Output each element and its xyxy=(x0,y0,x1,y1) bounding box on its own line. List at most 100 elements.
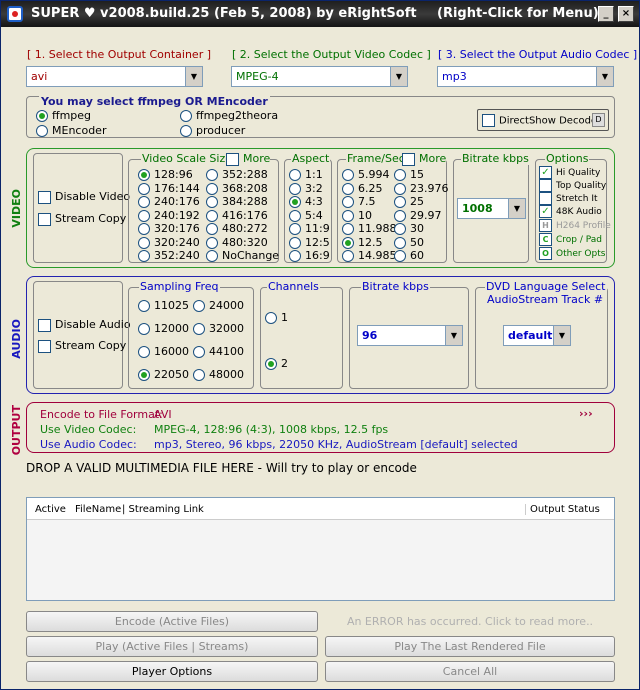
other-opts-button[interactable]: O Other Opts xyxy=(539,247,605,260)
player-options-button[interactable]: Player Options xyxy=(26,661,318,682)
crop-pad-button[interactable]: C Crop / Pad xyxy=(539,233,602,246)
play-button[interactable]: Play (Active Files | Streams) xyxy=(26,636,318,657)
radio-48000[interactable]: 48000 xyxy=(193,368,244,381)
radio-480-272[interactable]: 480:272 xyxy=(206,222,268,235)
stretch-checkbox[interactable]: Stretch It xyxy=(539,192,598,205)
radio-label: 14.985 xyxy=(358,249,397,262)
minimize-button[interactable]: _ xyxy=(598,6,614,22)
hi-quality-checkbox[interactable]: ✓ Hi Quality xyxy=(539,166,600,179)
chevron-down-icon[interactable]: ▼ xyxy=(596,67,613,86)
radio-320-240[interactable]: 320:240 xyxy=(138,236,200,249)
col-output-status[interactable]: Output Status xyxy=(525,504,600,515)
col-active[interactable]: Active xyxy=(35,504,66,515)
radio-4-3[interactable]: 4:3 xyxy=(289,195,323,208)
ffmpeg-radio[interactable]: ffmpeg xyxy=(36,109,91,122)
disable-audio-checkbox[interactable]: Disable Audio xyxy=(38,318,131,332)
radio-23-976[interactable]: 23.976 xyxy=(394,182,449,195)
radio-nochange[interactable]: NoChange xyxy=(206,249,279,262)
video-stream-copy-checkbox[interactable]: Stream Copy xyxy=(38,212,126,226)
directshow-button[interactable]: D xyxy=(592,113,605,127)
container-select[interactable]: avi ▼ xyxy=(26,66,203,87)
video-bitrate-select[interactable]: 1008 ▼ xyxy=(457,198,526,219)
app-icon[interactable] xyxy=(7,6,23,22)
mencoder-radio[interactable]: MEncoder xyxy=(36,124,106,137)
file-list[interactable]: Active FileName | Streaming Link Output … xyxy=(26,497,615,601)
radio-128-96[interactable]: 128:96 xyxy=(138,168,193,181)
radio-7-5[interactable]: 7.5 xyxy=(342,195,376,208)
channel-2-radio[interactable]: 2 xyxy=(265,357,288,370)
radio-label: 11.988 xyxy=(358,222,397,235)
h264-profile-button[interactable]: H H264 Profile xyxy=(539,219,611,232)
audio-codec-select[interactable]: mp3 ▼ xyxy=(437,66,614,87)
radio-320-176[interactable]: 320:176 xyxy=(138,222,200,235)
48k-audio-checkbox[interactable]: ✓ 48K Audio xyxy=(539,205,602,218)
radio-22050[interactable]: 22050 xyxy=(138,368,189,381)
radio-1-1[interactable]: 1:1 xyxy=(289,168,323,181)
radio-14-985[interactable]: 14.985 xyxy=(342,249,397,262)
close-button[interactable]: × xyxy=(618,6,634,22)
audio-codec-value: mp3 xyxy=(442,70,467,83)
radio-240-176[interactable]: 240:176 xyxy=(138,195,200,208)
radio-icon xyxy=(342,250,354,262)
radio-12-5[interactable]: 12:5 xyxy=(289,236,330,249)
dvd-track-select[interactable]: default ▼ xyxy=(503,325,571,346)
radio-11025[interactable]: 11025 xyxy=(138,299,189,312)
radio-11-9[interactable]: 11:9 xyxy=(289,222,330,235)
radio-6-25[interactable]: 6.25 xyxy=(342,182,383,195)
radio-12000[interactable]: 12000 xyxy=(138,322,189,335)
radio-16-9[interactable]: 16:9 xyxy=(289,249,330,262)
title-bar[interactable]: SUPER ♥ v2008.build.25 (Feb 5, 2008) by … xyxy=(1,1,639,27)
radio-12-5[interactable]: 12.5 xyxy=(342,236,383,249)
radio-44100[interactable]: 44100 xyxy=(193,345,244,358)
disable-video-checkbox[interactable]: Disable Video xyxy=(38,190,130,204)
radio-50[interactable]: 50 xyxy=(394,236,424,249)
col-streaming-link[interactable]: | Streaming Link xyxy=(122,504,204,515)
radio-24000[interactable]: 24000 xyxy=(193,299,244,312)
scale-more-checkbox[interactable]: More xyxy=(226,152,271,166)
audio-bitrate-select[interactable]: 96 ▼ xyxy=(357,325,463,346)
radio-3-2[interactable]: 3:2 xyxy=(289,182,323,195)
radio-352-240[interactable]: 352:240 xyxy=(138,249,200,262)
radio-25[interactable]: 25 xyxy=(394,195,424,208)
chevron-down-icon[interactable]: ▼ xyxy=(445,326,462,345)
chevron-down-icon[interactable]: ▼ xyxy=(390,67,407,86)
cancel-all-button[interactable]: Cancel All xyxy=(325,661,615,682)
radio-416-176[interactable]: 416:176 xyxy=(206,209,268,222)
radio-368-208[interactable]: 368:208 xyxy=(206,182,268,195)
radio-5-4[interactable]: 5:4 xyxy=(289,209,323,222)
radio-240-192[interactable]: 240:192 xyxy=(138,209,200,222)
radio-30[interactable]: 30 xyxy=(394,222,424,235)
video-codec-select[interactable]: MPEG-4 ▼ xyxy=(231,66,408,87)
directshow-box[interactable]: DirectShow Decode D xyxy=(477,109,609,131)
channel-1-radio[interactable]: 1 xyxy=(265,311,288,324)
chevron-down-icon[interactable]: ▼ xyxy=(553,326,570,345)
radio-15[interactable]: 15 xyxy=(394,168,424,181)
ffmpeg2theora-radio[interactable]: ffmpeg2theora xyxy=(180,109,278,122)
expand-arrows[interactable]: ››› xyxy=(579,407,593,420)
radio-352-288[interactable]: 352:288 xyxy=(206,168,268,181)
chevron-down-icon[interactable]: ▼ xyxy=(508,199,525,218)
radio-176-144[interactable]: 176:144 xyxy=(138,182,200,195)
error-button[interactable]: An ERROR has occurred. Click to read mor… xyxy=(325,611,615,632)
directshow-checkbox[interactable]: DirectShow Decode xyxy=(482,114,597,127)
radio-16000[interactable]: 16000 xyxy=(138,345,189,358)
top-quality-checkbox[interactable]: Top Quality xyxy=(539,179,606,192)
radio-32000[interactable]: 32000 xyxy=(193,322,244,335)
radio-29-97[interactable]: 29.97 xyxy=(394,209,442,222)
col-filename[interactable]: FileName xyxy=(75,504,121,515)
radio-384-288[interactable]: 384:288 xyxy=(206,195,268,208)
radio-10[interactable]: 10 xyxy=(342,209,372,222)
radio-icon xyxy=(342,196,354,208)
encode-button[interactable]: Encode (Active Files) xyxy=(26,611,318,632)
producer-radio[interactable]: producer xyxy=(180,124,245,137)
radio-11-988[interactable]: 11.988 xyxy=(342,222,397,235)
scale-title: Video Scale Size xyxy=(141,152,233,165)
chevron-down-icon[interactable]: ▼ xyxy=(185,67,202,86)
fps-more-checkbox[interactable]: More xyxy=(402,152,447,166)
play-last-button[interactable]: Play The Last Rendered File xyxy=(325,636,615,657)
dvd-title: DVD Language Select xyxy=(485,280,607,293)
radio-5-994[interactable]: 5.994 xyxy=(342,168,390,181)
radio-60[interactable]: 60 xyxy=(394,249,424,262)
radio-480-320[interactable]: 480:320 xyxy=(206,236,268,249)
audio-stream-copy-checkbox[interactable]: Stream Copy xyxy=(38,339,126,353)
